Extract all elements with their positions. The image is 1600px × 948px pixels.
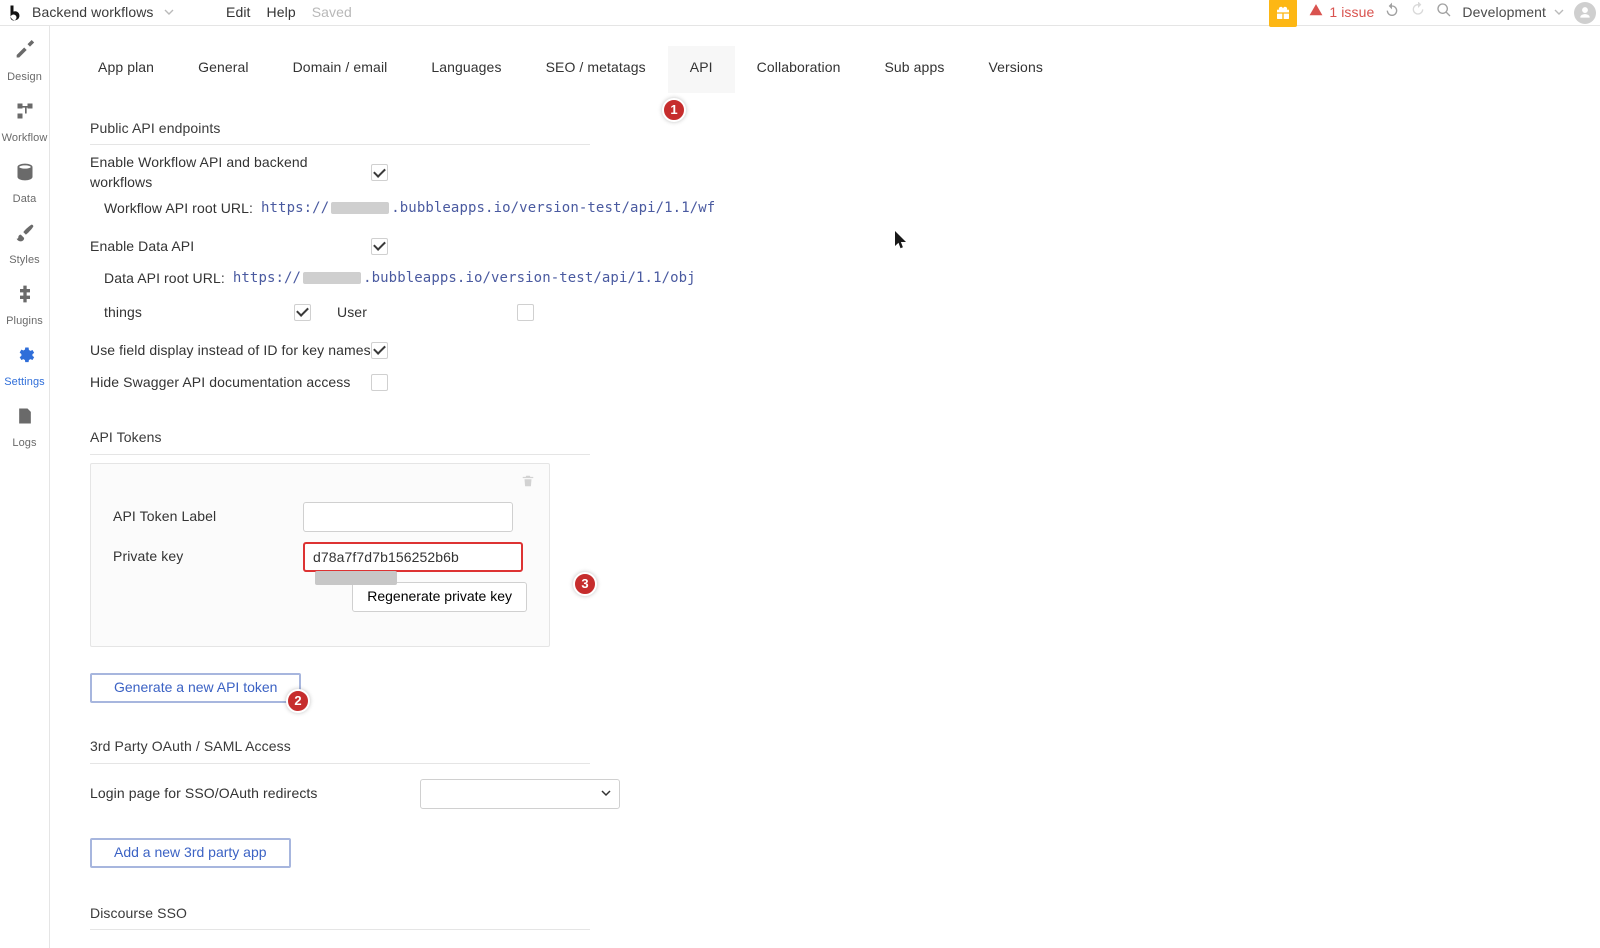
workflow-icon	[15, 101, 35, 127]
data-root-label: Data API root URL:	[104, 269, 225, 289]
user-checkbox[interactable]	[517, 304, 534, 321]
section-discourse-title: Discourse SSO	[90, 904, 590, 931]
sso-login-page-label: Login page for SSO/OAuth redirects	[90, 784, 420, 804]
user-label: User	[337, 303, 517, 323]
sidenav-item-logs[interactable]: Logs	[0, 400, 49, 461]
avatar[interactable]	[1574, 2, 1596, 24]
private-key-label: Private key	[113, 547, 303, 567]
chevron-down-icon	[1554, 3, 1564, 23]
plugins-icon	[15, 284, 35, 310]
search-icon[interactable]	[1436, 2, 1452, 24]
api-token-card: API Token Label Private key d78a7f7d7b15…	[90, 463, 550, 647]
sidenav-item-design[interactable]: Design	[0, 34, 49, 95]
token-label-label: API Token Label	[113, 507, 303, 527]
undo-icon[interactable]	[1384, 2, 1400, 24]
enable-workflow-label: Enable Workflow API and backend workflow…	[90, 153, 371, 192]
issues-indicator[interactable]: 1 issue	[1309, 3, 1374, 23]
tab-seo[interactable]: SEO / metatags	[524, 46, 668, 93]
hide-swagger-label: Hide Swagger API documentation access	[90, 373, 351, 393]
branch-name: Development	[1462, 3, 1546, 23]
use-field-checkbox[interactable]	[371, 342, 388, 359]
section-tokens-title: API Tokens	[90, 428, 590, 455]
top-menu: Edit Help Saved	[226, 3, 352, 23]
redo-icon[interactable]	[1410, 2, 1426, 24]
things-checkbox[interactable]	[294, 304, 311, 321]
logs-icon	[15, 406, 35, 432]
save-status: Saved	[312, 3, 352, 23]
tab-languages[interactable]: Languages	[409, 46, 523, 93]
design-icon	[15, 40, 35, 66]
enable-data-checkbox[interactable]	[371, 238, 388, 255]
sidenav: Design Workflow Data Styles Plugins Sett…	[0, 26, 50, 948]
private-key-value[interactable]: d78a7f7d7b156252b6b	[303, 542, 523, 572]
wf-root-url[interactable]: https://.bubbleapps.io/version-test/api/…	[261, 199, 715, 219]
chevron-down-icon	[601, 784, 611, 804]
bubble-logo-icon	[4, 2, 26, 24]
enable-data-label: Enable Data API	[90, 237, 194, 257]
use-field-label: Use field display instead of ID for key …	[90, 341, 371, 361]
add-3rd-party-app-button[interactable]: Add a new 3rd party app	[90, 838, 291, 868]
topbar: Backend workflows Edit Help Saved 1 issu…	[0, 0, 1600, 26]
gift-icon[interactable]	[1269, 0, 1297, 27]
section-endpoints-title: Public API endpoints	[90, 119, 590, 146]
redacted-key-tail	[315, 571, 397, 585]
brush-icon	[15, 223, 35, 249]
sidenav-item-settings[interactable]: Settings	[0, 339, 49, 400]
token-label-input[interactable]	[303, 502, 513, 532]
project-name: Backend workflows	[32, 3, 154, 23]
branch-selector[interactable]: Development	[1462, 3, 1564, 23]
sidenav-item-styles[interactable]: Styles	[0, 217, 49, 278]
section-oauth-title: 3rd Party OAuth / SAML Access	[90, 737, 590, 764]
chevron-down-icon	[164, 3, 174, 23]
settings-content: App plan General Domain / email Language…	[50, 26, 1600, 948]
enable-workflow-checkbox[interactable]	[371, 164, 388, 181]
tab-versions[interactable]: Versions	[966, 46, 1065, 93]
tab-general[interactable]: General	[176, 46, 271, 93]
project-selector[interactable]: Backend workflows	[32, 3, 212, 23]
tab-domain-email[interactable]: Domain / email	[271, 46, 410, 93]
callout-3: 3	[573, 572, 597, 596]
issues-text: 1 issue	[1329, 3, 1374, 23]
redacted-subdomain	[303, 272, 361, 284]
trash-icon[interactable]	[521, 474, 535, 494]
settings-tabs: App plan General Domain / email Language…	[76, 46, 1600, 93]
tab-collaboration[interactable]: Collaboration	[735, 46, 863, 93]
things-label: things	[104, 303, 294, 323]
tab-app-plan[interactable]: App plan	[76, 46, 176, 93]
sidenav-item-data[interactable]: Data	[0, 156, 49, 217]
sidenav-item-plugins[interactable]: Plugins	[0, 278, 49, 339]
gear-icon	[15, 345, 35, 371]
sidenav-item-workflow[interactable]: Workflow	[0, 95, 49, 156]
warning-icon	[1309, 3, 1323, 23]
menu-edit[interactable]: Edit	[226, 3, 251, 23]
tab-api[interactable]: API	[668, 46, 735, 93]
hide-swagger-checkbox[interactable]	[371, 374, 388, 391]
database-icon	[15, 162, 35, 188]
data-root-url[interactable]: https://.bubbleapps.io/version-test/api/…	[233, 269, 696, 289]
menu-help[interactable]: Help	[267, 3, 296, 23]
tab-sub-apps[interactable]: Sub apps	[862, 46, 966, 93]
sso-login-page-dropdown[interactable]	[420, 779, 620, 809]
wf-root-label: Workflow API root URL:	[104, 199, 253, 219]
redacted-subdomain	[331, 202, 389, 214]
generate-api-token-button[interactable]: Generate a new API token	[90, 673, 301, 703]
